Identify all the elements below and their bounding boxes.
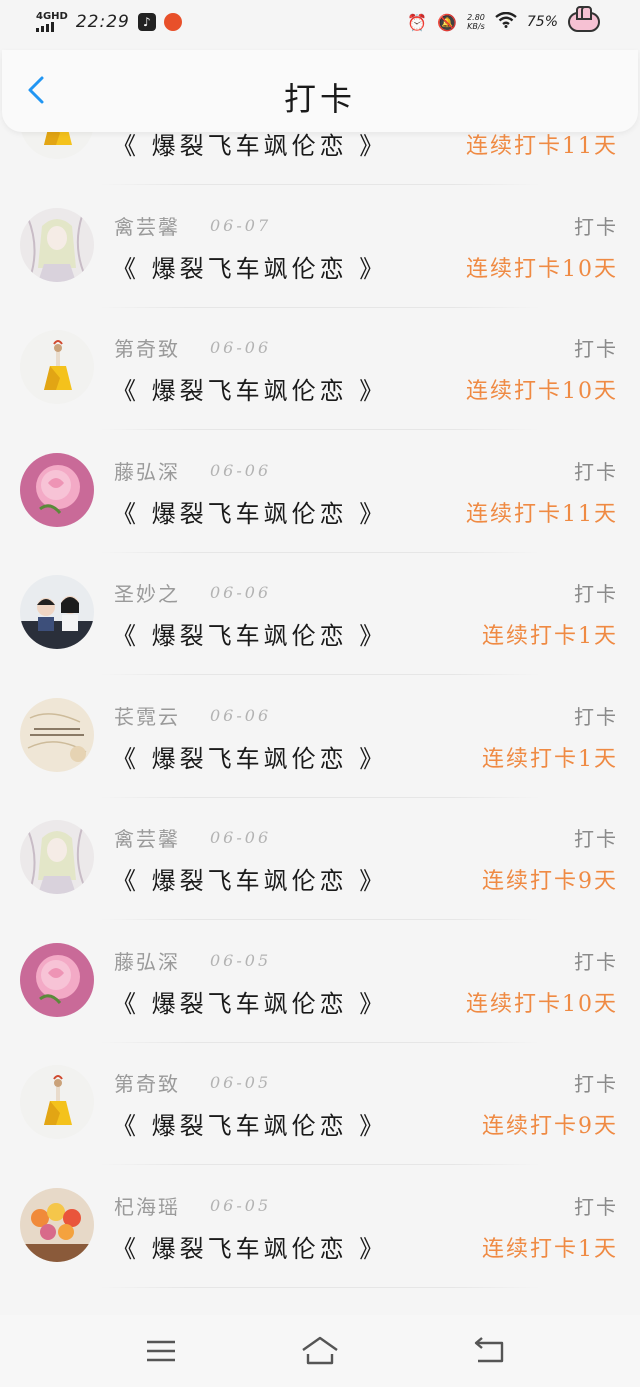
streak-label: 连续打卡1天 xyxy=(482,1236,618,1262)
list-item[interactable]: 禽芸馨 06-06 打卡《 爆裂飞车飒伦恋 》 连续打卡9天 xyxy=(0,798,640,920)
menu-icon xyxy=(147,1340,175,1362)
wifi-icon xyxy=(495,11,517,32)
user-name[interactable]: 第奇致 xyxy=(114,333,180,362)
checkin-action[interactable]: 打卡 xyxy=(574,1191,618,1220)
checkin-action[interactable]: 打卡 xyxy=(574,701,618,730)
checkin-action[interactable]: 打卡 xyxy=(574,333,618,362)
list-item[interactable]: 苌霓云 06-06 打卡《 爆裂飞车飒伦恋 》 连续打卡1天 xyxy=(0,676,640,798)
user-name[interactable]: 圣妙之 xyxy=(114,578,180,607)
page-title: 打卡 xyxy=(283,80,356,118)
alarm-icon: ⏰ xyxy=(407,12,428,32)
home-icon xyxy=(302,1336,338,1365)
divider xyxy=(100,1286,540,1288)
pumpkin-app-icon xyxy=(163,13,182,31)
book-title[interactable]: 《 爆裂飞车飒伦恋 》 xyxy=(112,249,387,284)
streak-label: 连续打卡1天 xyxy=(482,624,618,649)
avatar[interactable] xyxy=(20,207,94,282)
streak-label: 连续打卡11天 xyxy=(466,501,618,527)
list-item[interactable]: 禽芸馨 06-07 打卡《 爆裂飞车飒伦恋 》 连续打卡10天 xyxy=(0,186,640,308)
checkin-date: 06-05 xyxy=(210,950,272,970)
streak-label: 连续打卡9天 xyxy=(482,869,618,894)
avatar[interactable] xyxy=(20,575,94,649)
avatar[interactable] xyxy=(20,820,94,894)
book-title[interactable]: 《 爆裂飞车飒伦恋 》 xyxy=(112,861,387,896)
book-title[interactable]: 《 爆裂飞车飒伦恋 》 xyxy=(112,739,387,774)
avatar[interactable] xyxy=(20,697,94,772)
avatar[interactable] xyxy=(20,452,94,527)
checkin-action[interactable]: 打卡 xyxy=(574,456,618,485)
streak-label: 连续打卡11天 xyxy=(466,134,618,159)
list-item[interactable]: 藤弘深 06-06 打卡《 爆裂飞车飒伦恋 》 连续打卡11天 xyxy=(0,431,640,553)
avatar[interactable] xyxy=(20,1065,94,1139)
checkin-action[interactable]: 打卡 xyxy=(574,946,618,975)
battery-level: 75% xyxy=(526,14,558,30)
streak-label: 连续打卡10天 xyxy=(466,379,618,404)
checkin-action[interactable]: 打卡 xyxy=(574,1068,618,1097)
avatar[interactable] xyxy=(20,942,94,1017)
book-title[interactable]: 《 爆裂飞车飒伦恋 》 xyxy=(112,494,387,529)
checkin-date: 06-06 xyxy=(210,338,272,357)
book-title[interactable]: 《 爆裂飞车飒伦恋 》 xyxy=(112,616,387,651)
checkin-date: 06-05 xyxy=(210,1195,272,1215)
avatar[interactable] xyxy=(20,330,94,404)
streak-label: 连续打卡10天 xyxy=(466,991,618,1017)
checkin-date: 06-06 xyxy=(210,705,272,725)
status-bar: 4GHD 22:29 ♪ ⏰ 🔕 2.80 KB/s 75% xyxy=(0,0,640,50)
checkin-date: 06-06 xyxy=(210,583,272,602)
bunny-icon xyxy=(568,6,600,32)
home-button[interactable] xyxy=(300,1333,340,1369)
book-title[interactable]: 《 爆裂飞车飒伦恋 》 xyxy=(112,984,387,1019)
checkin-list[interactable]: 第奇致06-07打卡《 爆裂飞车飒伦恋 》连续打卡11天禽芸馨06-07打卡《 … xyxy=(0,90,640,1315)
user-name[interactable]: 杞海瑶 xyxy=(114,1191,180,1220)
list-item[interactable]: 藤弘深 06-05 打卡《 爆裂飞车飒伦恋 》 连续打卡10天 xyxy=(0,921,640,1043)
list-item[interactable]: 第奇致 06-06 打卡《 爆裂飞车飒伦恋 》 连续打卡10天 xyxy=(0,308,640,430)
checkin-date: 06-05 xyxy=(210,1073,272,1092)
list-item[interactable]: 第奇致 06-05 打卡《 爆裂飞车飒伦恋 》 连续打卡9天 xyxy=(0,1043,640,1165)
user-name[interactable]: 苌霓云 xyxy=(114,701,180,730)
user-name[interactable]: 禽芸馨 xyxy=(114,211,180,240)
status-right: ⏰ 🔕 2.80 KB/s 75% xyxy=(407,6,600,32)
book-title[interactable]: 《 爆裂飞车飒伦恋 》 xyxy=(112,371,387,406)
tiktok-icon: ♪ xyxy=(137,13,156,31)
back-arrow-icon xyxy=(474,1337,504,1363)
system-nav-bar xyxy=(0,1315,640,1387)
signal-icon xyxy=(36,22,54,32)
checkin-action[interactable]: 打卡 xyxy=(574,578,618,607)
user-name[interactable]: 第奇致 xyxy=(114,1068,180,1097)
streak-label: 连续打卡9天 xyxy=(482,1114,618,1139)
speed-unit: KB/s xyxy=(467,22,485,31)
user-name[interactable]: 藤弘深 xyxy=(114,456,180,485)
checkin-date: 06-06 xyxy=(210,828,272,847)
checkin-date: 06-06 xyxy=(210,460,272,480)
network-speed: 2.80 KB/s xyxy=(467,13,485,31)
checkin-action[interactable]: 打卡 xyxy=(574,211,618,240)
streak-label: 连续打卡10天 xyxy=(466,256,618,282)
speed-value: 2.80 xyxy=(467,13,485,22)
checkin-date: 06-07 xyxy=(210,215,272,235)
app-header: 打卡 xyxy=(2,50,638,132)
list-item[interactable]: 圣妙之 06-06 打卡《 爆裂飞车飒伦恋 》 连续打卡1天 xyxy=(0,553,640,675)
avatar[interactable] xyxy=(20,1187,94,1262)
status-left: 4GHD 22:29 ♪ xyxy=(36,12,182,32)
user-name[interactable]: 禽芸馨 xyxy=(114,823,180,852)
network-indicator: 4GHD xyxy=(36,12,68,32)
user-name[interactable]: 藤弘深 xyxy=(114,946,180,975)
back-nav-button[interactable] xyxy=(468,1333,508,1369)
streak-label: 连续打卡1天 xyxy=(482,746,618,772)
bell-off-icon: 🔕 xyxy=(437,12,458,32)
checkin-action[interactable]: 打卡 xyxy=(574,823,618,852)
list-item[interactable]: 杞海瑶 06-05 打卡《 爆裂飞车飒伦恋 》 连续打卡1天 xyxy=(0,1166,640,1288)
network-type: 4GHD xyxy=(36,11,68,22)
book-title[interactable]: 《 爆裂飞车飒伦恋 》 xyxy=(112,1229,387,1264)
clock: 22:29 xyxy=(75,12,130,32)
book-title[interactable]: 《 爆裂飞车飒伦恋 》 xyxy=(112,1106,387,1141)
menu-button[interactable] xyxy=(141,1333,181,1369)
